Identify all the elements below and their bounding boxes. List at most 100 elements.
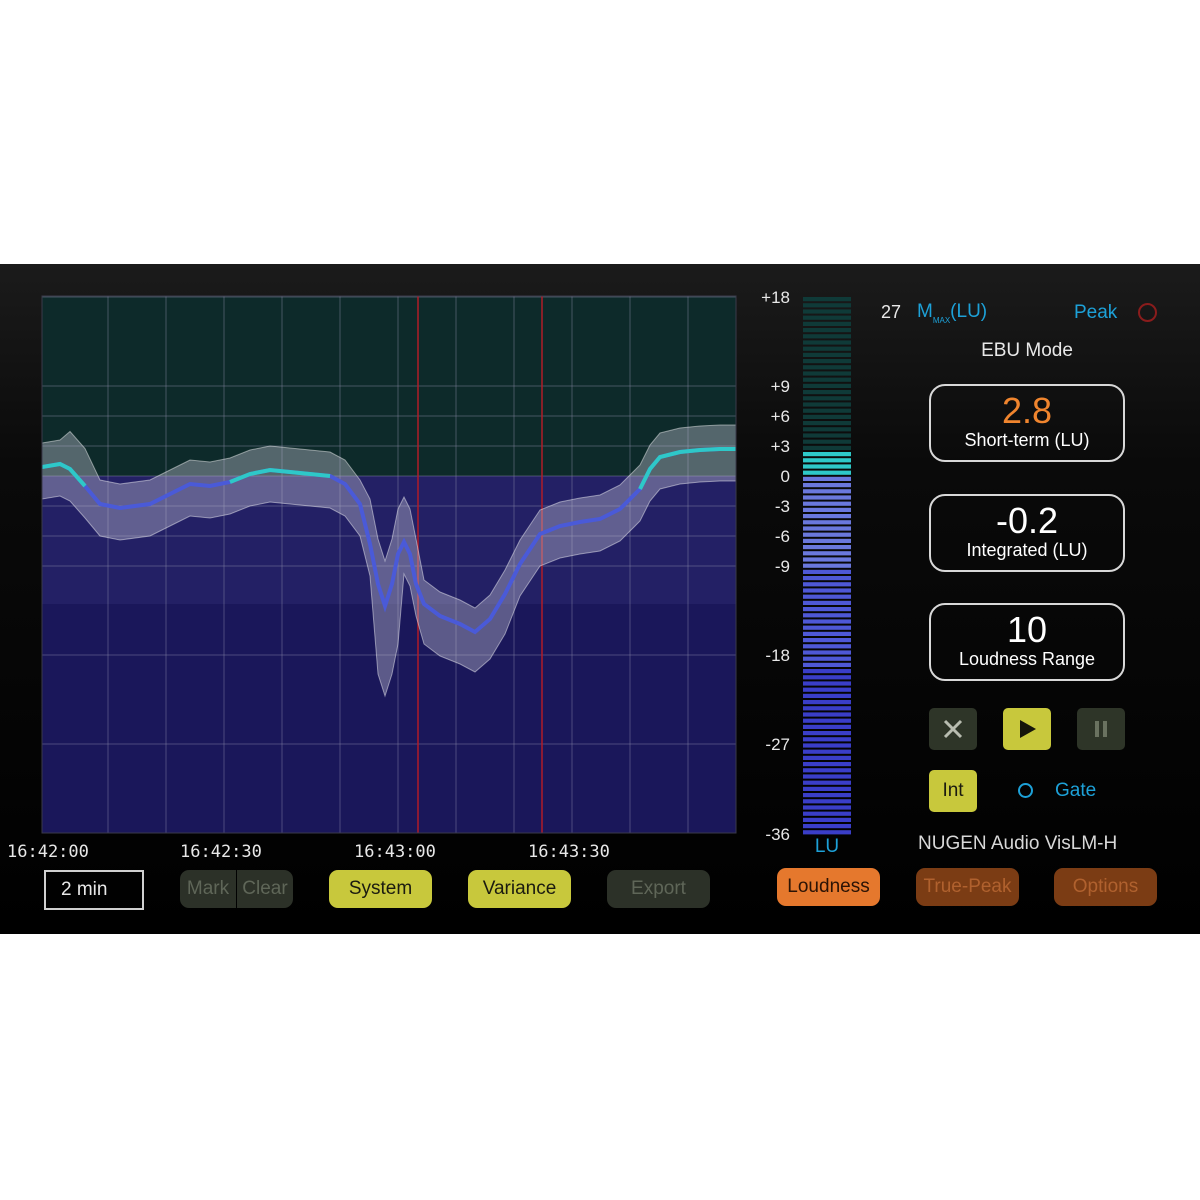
max-loudness-value: 27 (881, 302, 902, 322)
meter-segment (803, 675, 851, 680)
meter-segment (803, 321, 851, 326)
meter-segment (803, 439, 851, 444)
meter-segment (803, 470, 851, 475)
meter-segment (803, 737, 851, 742)
loudness-range-label: Loudness Range (958, 649, 1096, 669)
reset-button[interactable] (929, 708, 977, 750)
meter-segment (803, 830, 851, 835)
loudness-range-value: 10 (1006, 609, 1048, 650)
meter-segment (803, 371, 851, 376)
meter-segment (803, 793, 851, 798)
loudness-range-readout: 10 Loudness Range (929, 603, 1125, 681)
meter-unit-label: LU (814, 836, 840, 857)
meter-segment (803, 433, 851, 438)
meter-segment (803, 414, 851, 419)
meter-segment (803, 625, 851, 630)
meter-segment (803, 681, 851, 686)
meter-segment (803, 811, 851, 816)
export-button[interactable]: Export (607, 870, 710, 908)
variance-button[interactable]: Variance (468, 870, 571, 908)
meter-segment (803, 445, 851, 450)
meter-segment (803, 762, 851, 767)
peak-label: Peak (1074, 302, 1118, 323)
max-label-m: M (917, 301, 933, 322)
loudness-bar-meter (803, 297, 851, 835)
meter-segment (803, 631, 851, 636)
meter-segment (803, 340, 851, 345)
meter-segment (803, 656, 851, 661)
meter-segment (803, 780, 851, 785)
mode-label: EBU Mode (981, 340, 1073, 361)
y-tick: +6 (770, 407, 790, 426)
integrated-value: -0.2 (995, 500, 1059, 541)
loudness-button[interactable]: Loudness (777, 868, 880, 906)
meter-segment (803, 712, 851, 717)
short-term-label: Short-term (LU) (964, 430, 1090, 450)
meter-segment (803, 390, 851, 395)
time-label: 16:43:00 (354, 842, 436, 862)
meter-segment (803, 402, 851, 407)
true-peak-button[interactable]: True-Peak (916, 868, 1019, 906)
meter-segment (803, 576, 851, 581)
int-button[interactable]: Int (929, 770, 977, 812)
options-button[interactable]: Options (1054, 868, 1157, 906)
meter-segment (803, 520, 851, 525)
max-label-unit: (LU) (950, 301, 988, 322)
meter-segment (803, 805, 851, 810)
meter-segment (803, 743, 851, 748)
meter-segment (803, 650, 851, 655)
vislm-window: +18 +9 +6 +3 0 -3 -6 -9 -18 -27 -36 16:4… (0, 264, 1200, 934)
meter-segment (803, 383, 851, 388)
meter-segment (803, 452, 851, 457)
meter-segment (803, 557, 851, 562)
meter-segment (803, 588, 851, 593)
meter-segment (803, 377, 851, 382)
integrated-label: Integrated (LU) (966, 540, 1088, 560)
meter-segment (803, 786, 851, 791)
meter-segment (803, 328, 851, 333)
product-name: NUGEN Audio VisLM-H (918, 833, 1118, 854)
play-icon (1020, 720, 1036, 738)
meter-segment (803, 687, 851, 692)
meter-segment (803, 563, 851, 568)
mark-button[interactable]: Mark (180, 870, 236, 908)
gate-label: Gate (1055, 780, 1097, 801)
y-tick: -3 (774, 497, 790, 516)
meter-segment (803, 731, 851, 736)
short-term-readout: 2.8 Short-term (LU) (929, 384, 1125, 462)
meter-segment (803, 309, 851, 314)
meter-segment (803, 724, 851, 729)
meter-segment (803, 476, 851, 481)
meter-segment (803, 483, 851, 488)
meter-segment (803, 817, 851, 822)
clear-button[interactable]: Clear (237, 870, 293, 908)
y-tick: +3 (770, 437, 790, 456)
meter-segment (803, 538, 851, 543)
time-label: 16:42:00 (7, 842, 89, 862)
y-tick: +9 (770, 377, 790, 396)
meter-segment (803, 669, 851, 674)
meter-segment (803, 607, 851, 612)
meter-segment (803, 594, 851, 599)
meter-segment (803, 303, 851, 308)
play-button[interactable] (1003, 708, 1051, 750)
y-tick: -27 (765, 735, 790, 754)
pause-icon (1095, 721, 1107, 737)
short-term-value: 2.8 (1001, 390, 1053, 431)
y-tick: 0 (780, 467, 790, 486)
time-label: 16:43:30 (528, 842, 610, 862)
meter-segment (803, 315, 851, 320)
peak-indicator-icon[interactable] (1138, 303, 1157, 322)
y-tick: -18 (765, 646, 790, 665)
gate-indicator-icon[interactable] (1018, 783, 1033, 798)
pause-button[interactable] (1077, 708, 1125, 750)
meter-segment (803, 619, 851, 624)
meter-segment (803, 613, 851, 618)
system-button[interactable]: System (329, 870, 432, 908)
timespan-field[interactable]: 2 min (44, 870, 144, 910)
meter-segment (803, 749, 851, 754)
integrated-readout: -0.2 Integrated (LU) (929, 494, 1125, 572)
meter-segment (803, 297, 851, 302)
meter-segment (803, 582, 851, 587)
meter-segment (803, 662, 851, 667)
